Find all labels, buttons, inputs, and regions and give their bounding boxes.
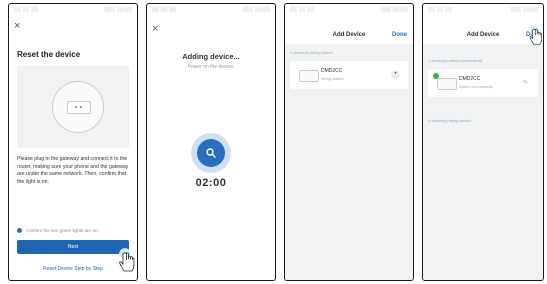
tap-hand-icon <box>529 25 543 45</box>
device-card[interactable]: DMD2CC Being added • <box>290 61 408 89</box>
nav-header: Add Device Done <box>285 30 413 42</box>
success-badge-icon <box>433 73 439 79</box>
device-card[interactable]: DMD2CC Added successfully ✎ <box>428 69 538 97</box>
phone-screen-reset: ░░ ░░ ░░ ░░░ ░░:░░ × Reset the device Pl… <box>8 3 138 281</box>
status-right: ░░░ ░░:░░ <box>510 7 538 13</box>
device-status: Added successfully <box>459 84 494 89</box>
status-bar: ░░ ░░ ░░ ░░░ ░░:░░ <box>147 4 275 16</box>
content-area: 1 device(s) added successfully DMD2CC Ad… <box>423 44 543 280</box>
content-area: 1 device(s) being added DMD2CC Being add… <box>285 44 413 280</box>
device-name: DMD2CC <box>321 68 343 74</box>
zoom-circle <box>52 81 104 133</box>
done-button[interactable]: Done <box>392 32 407 38</box>
status-left: ░░ ░░ ░░ <box>290 7 315 13</box>
nav-title: Add Device <box>466 32 500 38</box>
checkbox-icon[interactable] <box>17 228 22 233</box>
instructions-text: Please plug in the gateway and connect i… <box>17 156 129 185</box>
status-bar: ░░ ░░ ░░ ░░░ ░░:░░ <box>423 4 543 16</box>
search-icon <box>197 139 225 167</box>
close-icon[interactable]: × <box>152 24 158 35</box>
status-left: ░░ ░░ ░░ <box>428 7 453 13</box>
device-status: Being added <box>321 76 344 81</box>
phone-screen-add-device-success: ░░ ░░ ░░ ░░░ ░░:░░ Add Device Done 1 dev… <box>422 3 544 281</box>
section-header: 1 device(s) added successfully <box>428 58 483 63</box>
green-led-icon <box>75 106 77 108</box>
status-bar: ░░ ░░ ░░ ░░░ ░░:░░ <box>9 4 137 16</box>
section-header: 1 device(s) being added <box>290 50 333 55</box>
countdown-timer: 02:00 <box>195 177 227 189</box>
more-options-icon[interactable]: • <box>391 70 400 79</box>
tap-hand-icon <box>119 248 135 272</box>
edit-pencil-icon[interactable]: ✎ <box>523 79 528 86</box>
phone-screen-add-device-pending: ░░ ░░ ░░ ░░░ ░░:░░ Add Device Done 1 dev… <box>284 3 414 281</box>
adding-subtitle: Power on the device. <box>187 64 235 70</box>
device-name: DMD2CC <box>459 76 481 82</box>
confirm-checkbox-row[interactable]: Confirm the two green lights are on <box>17 228 98 233</box>
gateway-device-icon <box>437 78 457 90</box>
close-icon[interactable]: × <box>14 21 20 32</box>
phone-screen-adding: ░░ ░░ ░░ ░░░ ░░:░░ × Adding device... Po… <box>146 3 276 281</box>
status-bar: ░░ ░░ ░░ ░░░ ░░:░░ <box>285 4 413 16</box>
status-right: ░░░ ░░:░░ <box>104 7 132 13</box>
status-right: ░░░ ░░:░░ <box>380 7 408 13</box>
status-left: ░░ ░░ ░░ <box>14 7 39 13</box>
green-led-icon <box>80 106 82 108</box>
gateway-device-image <box>67 101 91 114</box>
status-right: ░░░ ░░:░░ <box>242 7 270 13</box>
next-button[interactable]: Next <box>17 240 129 254</box>
adding-title: Adding device... <box>182 52 240 61</box>
status-left: ░░ ░░ ░░ <box>152 7 177 13</box>
confirm-label: Confirm the two green lights are on <box>26 228 98 233</box>
gateway-illustration <box>17 66 129 148</box>
gateway-device-icon <box>299 70 319 82</box>
section-header: 0 device(s) being added <box>428 118 471 123</box>
page-title: Reset the device <box>17 50 81 59</box>
nav-header: Add Device Done <box>423 30 543 42</box>
